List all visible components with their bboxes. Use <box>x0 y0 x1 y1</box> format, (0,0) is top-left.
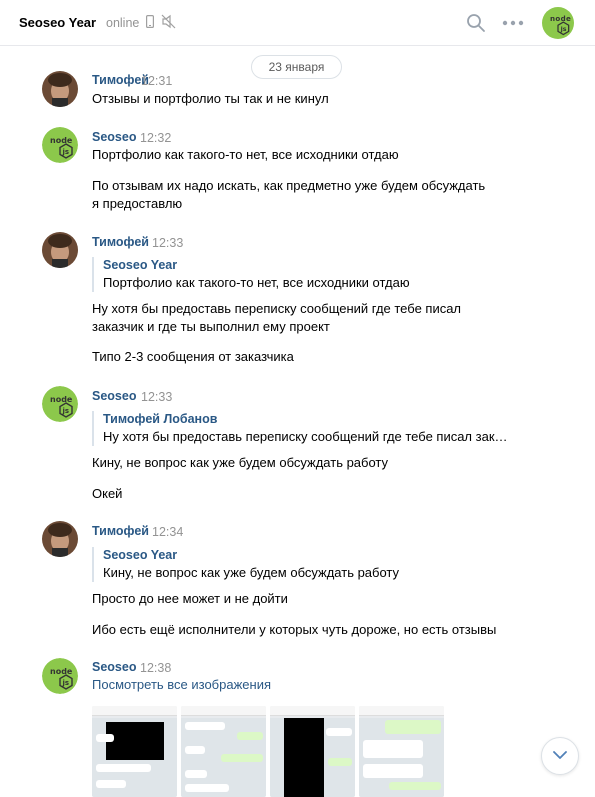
message-text: По отзывам их надо искать, как предметно… <box>92 178 486 193</box>
view-all-images-link[interactable]: Посмотреть все изображения <box>92 677 271 692</box>
reply-author: Seoseo Year <box>103 548 178 562</box>
reply-text: Портфолио как такого-то нет, все исходни… <box>103 275 410 290</box>
reply-text: Ну хотя бы предоставь переписку сообщени… <box>103 429 508 444</box>
message-time[interactable]: 12:34 <box>152 525 183 539</box>
image-attachments <box>92 706 444 797</box>
message-author[interactable]: Seoseo <box>92 389 136 403</box>
scroll-down-button[interactable] <box>541 737 579 775</box>
nodejs-avatar-icon[interactable]: node js <box>42 127 78 163</box>
message-text: Кину, не вопрос как уже будем обсуждать … <box>92 455 389 470</box>
reply-quote[interactable]: Seoseo Year Кину, не вопрос как уже буде… <box>92 547 512 582</box>
more-options-icon[interactable] <box>502 19 524 27</box>
chevron-down-icon <box>553 751 567 759</box>
svg-text:js: js <box>62 148 70 156</box>
message-text: Ибо есть ещё исполнители у которых чуть … <box>92 622 497 637</box>
reply-quote[interactable]: Тимофей Лобанов Ну хотя бы предоставь пе… <box>92 411 512 446</box>
avatar-timofey[interactable] <box>42 232 78 268</box>
message-text: Ну хотя бы предоставь переписку сообщени… <box>92 301 462 316</box>
message-text: я предоставлю <box>92 196 183 211</box>
avatar-timofey[interactable] <box>42 71 78 107</box>
reply-author: Seoseo Year <box>103 258 178 272</box>
message-author[interactable]: Seoseo <box>92 660 136 674</box>
avatar-timofey[interactable] <box>42 521 78 557</box>
reply-quote[interactable]: Seoseo Year Портфолио как такого-то нет,… <box>92 257 512 292</box>
message-time[interactable]: 12:31 <box>141 74 172 88</box>
mobile-phone-icon <box>146 15 154 28</box>
message-text: Портфолио как такого-то нет, все исходни… <box>92 147 399 162</box>
attachment-thumbnail[interactable] <box>270 706 355 797</box>
message-author[interactable]: Seoseo <box>92 130 136 144</box>
date-separator: 23 января <box>251 55 342 79</box>
attachment-thumbnail[interactable] <box>359 706 444 797</box>
message-text: Просто до нее может и не дойти <box>92 591 288 606</box>
message-text: Типо 2-3 сообщения от заказчика <box>92 349 294 364</box>
search-icon[interactable] <box>466 13 486 33</box>
nodejs-avatar-icon[interactable]: node js <box>42 386 78 422</box>
chat-header: Seoseo Year online n o d e js <box>0 0 595 46</box>
message-author[interactable]: Тимофей <box>92 524 149 538</box>
message-time[interactable]: 12:38 <box>140 661 171 675</box>
message-text: Окей <box>92 486 123 501</box>
muted-speaker-icon <box>161 14 176 29</box>
svg-text:node: node <box>50 395 73 404</box>
message-time[interactable]: 12:33 <box>141 390 172 404</box>
svg-text:e: e <box>566 14 571 23</box>
chat-title[interactable]: Seoseo Year <box>19 15 96 30</box>
attachment-thumbnail[interactable] <box>181 706 266 797</box>
svg-text:js: js <box>560 26 567 33</box>
reply-text: Кину, не вопрос как уже будем обсуждать … <box>103 565 400 580</box>
svg-text:node: node <box>50 667 73 676</box>
message-text: Отзывы и портфолио ты так и не кинул <box>92 91 329 106</box>
nodejs-avatar-icon[interactable]: node js <box>42 658 78 694</box>
svg-text:n: n <box>550 14 555 23</box>
svg-text:o: o <box>555 14 560 23</box>
svg-text:js: js <box>62 407 70 415</box>
message-time[interactable]: 12:32 <box>140 131 171 145</box>
reply-author: Тимофей Лобанов <box>103 412 218 426</box>
svg-text:node: node <box>50 136 73 145</box>
message-time[interactable]: 12:33 <box>152 236 183 250</box>
message-author[interactable]: Тимофей <box>92 235 149 249</box>
attachment-thumbnail[interactable] <box>92 706 177 797</box>
svg-text:js: js <box>62 679 70 687</box>
message-text: заказчик и где ты выполнил ему проект <box>92 319 330 334</box>
nodejs-avatar-icon[interactable]: n o d e js <box>542 7 574 39</box>
online-status: online <box>106 16 140 30</box>
